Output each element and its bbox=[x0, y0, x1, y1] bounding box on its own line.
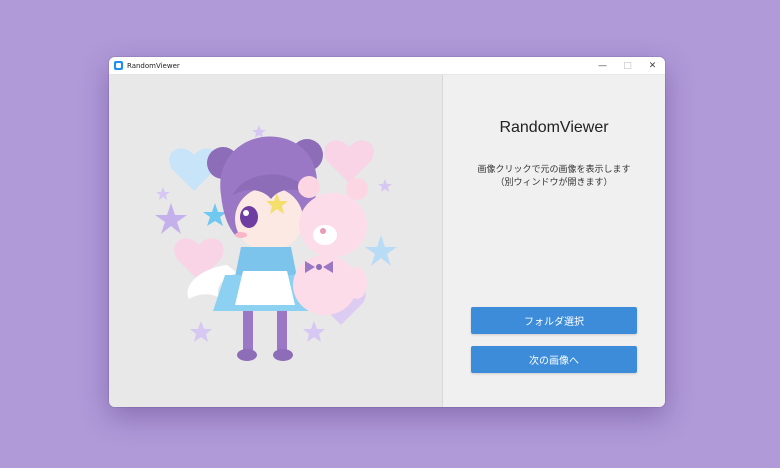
window-title: RandomViewer bbox=[127, 61, 180, 70]
window-content: RandomViewer 画像クリックで元の画像を表示します （別ウィンドウが開… bbox=[109, 75, 665, 407]
bear-head bbox=[299, 193, 367, 257]
eye-shape bbox=[240, 206, 258, 228]
bear-ear bbox=[346, 178, 368, 200]
star-shape bbox=[252, 125, 266, 138]
instruction-line-2: （別ウィンドウが開きます） bbox=[495, 178, 613, 188]
eye-highlight bbox=[243, 210, 249, 216]
leg-shape bbox=[243, 311, 253, 351]
control-panel: RandomViewer 画像クリックで元の画像を表示します （別ウィンドウが開… bbox=[443, 75, 665, 407]
shoe-shape bbox=[237, 349, 257, 361]
character-illustration bbox=[155, 125, 397, 361]
cheek-shape bbox=[235, 232, 247, 238]
app-window: RandomViewer — □ ✕ RandomViewer 画像クリックで元… bbox=[109, 57, 665, 407]
star-shape bbox=[303, 321, 325, 342]
instruction-text: 画像クリックで元の画像を表示します （別ウィンドウが開きます） bbox=[443, 164, 665, 190]
leg-shape bbox=[277, 311, 287, 351]
title-bar[interactable]: RandomViewer — □ ✕ bbox=[109, 57, 665, 75]
bear-muzzle bbox=[313, 225, 337, 245]
apron-shape bbox=[235, 271, 295, 305]
heart-shape bbox=[324, 140, 374, 183]
star-shape bbox=[190, 321, 212, 342]
window-controls: — □ ✕ bbox=[590, 57, 665, 74]
app-heading: RandomViewer bbox=[499, 119, 609, 136]
close-icon[interactable]: ✕ bbox=[640, 57, 665, 74]
bear-bow-knot bbox=[316, 264, 322, 270]
instruction-line-1: 画像クリックで元の画像を表示します bbox=[477, 165, 631, 175]
folder-select-button[interactable]: フォルダ選択 bbox=[471, 307, 637, 334]
bear-nose bbox=[320, 228, 326, 234]
star-shape bbox=[378, 179, 392, 192]
bear-ear bbox=[298, 176, 320, 198]
shoe-shape bbox=[273, 349, 293, 361]
star-shape bbox=[155, 203, 187, 234]
image-preview[interactable] bbox=[109, 75, 443, 407]
star-shape bbox=[365, 235, 397, 266]
minimize-icon[interactable]: — bbox=[590, 57, 615, 74]
next-image-button[interactable]: 次の画像へ bbox=[471, 346, 637, 373]
bear-arm bbox=[347, 267, 367, 299]
app-icon bbox=[114, 61, 123, 70]
star-shape bbox=[156, 187, 170, 200]
maximize-icon[interactable]: □ bbox=[615, 57, 640, 74]
